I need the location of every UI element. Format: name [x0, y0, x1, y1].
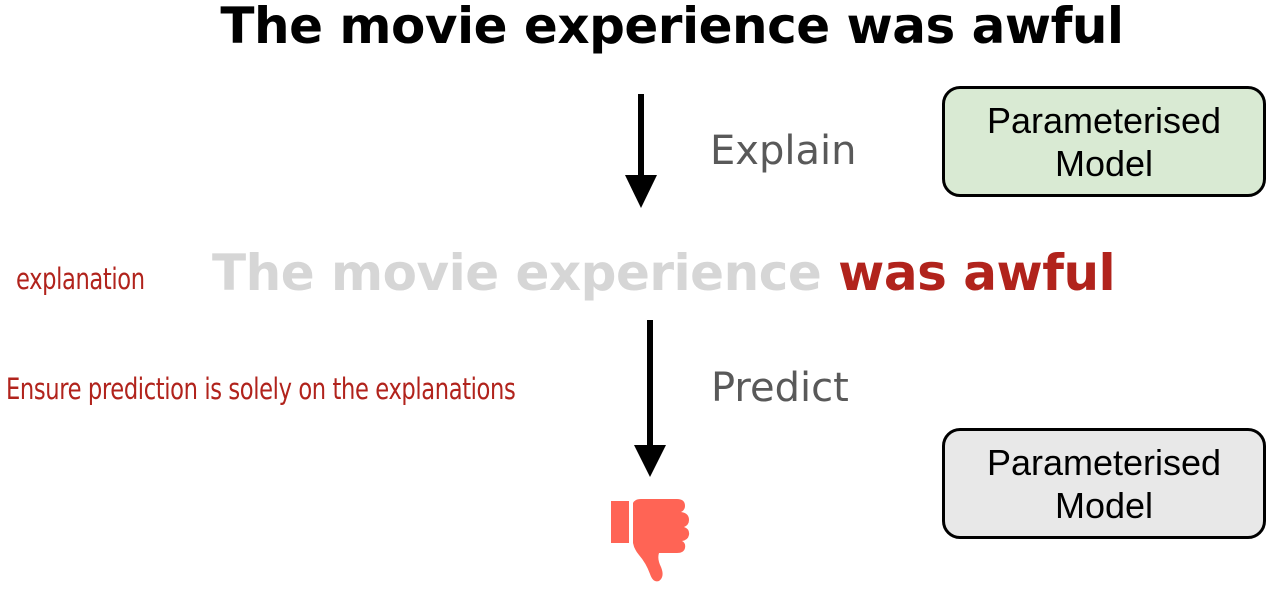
explainer-model-line2: Model — [1054, 142, 1154, 184]
explained-sentence: The movie experience was awful — [212, 244, 1116, 302]
explainer-model-line1: Parameterised — [986, 99, 1222, 141]
explain-step-label: Explain — [710, 128, 857, 174]
explanation-annotation: explanation — [16, 262, 145, 296]
predictor-model-line1: Parameterised — [986, 441, 1222, 483]
predict-step-label: Predict — [711, 365, 849, 411]
explained-sentence-faded: The movie experience — [212, 244, 822, 302]
predictor-model-line2: Model — [1054, 484, 1154, 526]
predict-arrow — [634, 320, 666, 477]
explainer-model-box: Parameterised Model — [942, 86, 1266, 197]
input-sentence: The movie experience was awful — [220, 0, 1124, 55]
explain-arrow — [625, 94, 657, 208]
predictor-model-box: Parameterised Model — [942, 428, 1266, 539]
constraint-annotation: Ensure prediction is solely on the expla… — [6, 372, 516, 406]
explained-sentence-highlight: was awful — [838, 244, 1116, 302]
thumbs-down-icon — [611, 499, 690, 582]
